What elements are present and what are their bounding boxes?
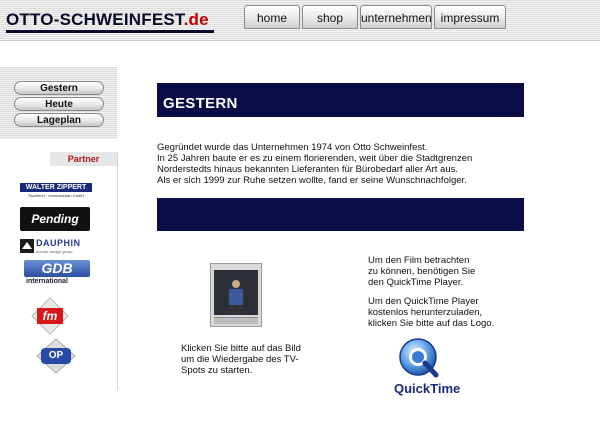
partner-tagline: Tischlerei · Innenausbau GmbH — [27, 193, 85, 198]
partner-logo-op[interactable]: OP — [36, 338, 76, 374]
info-line: Um den QuickTime Player — [368, 296, 479, 307]
dauphin-mark-icon — [20, 239, 34, 253]
partner-tagline: human design group — [36, 249, 73, 254]
logo-underline — [6, 30, 214, 33]
section-title-bar: GESTERN — [157, 83, 524, 117]
site-header: OTTO-SCHWEINFEST.de home shop unternehme… — [0, 0, 600, 41]
video-screen — [214, 270, 258, 315]
sidebar-button-lageplan[interactable]: Lageplan — [14, 113, 104, 127]
info-line: Um den Film betrachten — [368, 255, 470, 266]
partner-name: DAUPHIN — [36, 238, 81, 248]
intro-line: In 25 Jahren baute er es zu einem florie… — [157, 153, 473, 164]
media-section-bar — [157, 198, 524, 231]
partner-logo-pending[interactable]: Pending — [20, 207, 90, 231]
intro-line: Gegründet wurde das Unternehmen 1974 von… — [157, 142, 428, 153]
info-line: klicken Sie bitte auf das Logo. — [368, 318, 495, 329]
nav-home[interactable]: home — [244, 5, 300, 29]
sidebar-nav: Gestern Heute Lageplan — [0, 67, 117, 139]
partner-name: OP — [41, 348, 71, 364]
quicktime-q-icon — [399, 338, 439, 378]
video-controls[interactable] — [214, 317, 258, 324]
quicktime-download-block: Um den QuickTime Player kostenlos herunt… — [368, 296, 494, 329]
nav-unternehmen[interactable]: unternehmen — [360, 5, 432, 29]
partner-logo-gdb[interactable]: GDB international — [24, 260, 92, 286]
partner-logo-dauphin[interactable]: DAUPHIN human design group — [20, 237, 92, 255]
info-line: zu können, benötigen Sie — [368, 266, 476, 277]
quicktime-info: Um den Film betrachten zu können, benöti… — [368, 255, 494, 337]
sidebar-button-gestern[interactable]: Gestern — [14, 81, 104, 95]
site-logo-main: OTTO-SCHWEINFEST — [6, 10, 184, 29]
partner-tagline: international — [26, 278, 69, 285]
intro-text: Gegründet wurde das Unternehmen 1974 von… — [157, 142, 472, 186]
site-logo-tld: .de — [183, 10, 209, 29]
info-line: kostenlos herunterzuladen, — [368, 307, 483, 318]
caption-line: Klicken Sie bitte auf das Bild — [181, 343, 301, 354]
nav-impressum[interactable]: impressum — [434, 5, 506, 29]
video-caption: Klicken Sie bitte auf das Bild um die Wi… — [181, 343, 301, 376]
partner-logo-fm[interactable]: fm — [31, 297, 69, 335]
video-thumbnail[interactable] — [210, 263, 262, 327]
partner-name: GDB — [41, 260, 73, 276]
partner-column: Partner WALTER ZIPPERT Tischlerei · Inne… — [0, 152, 118, 390]
caption-line: Spots zu starten. — [181, 365, 253, 376]
sidebar-button-heute[interactable]: Heute — [14, 97, 104, 111]
nav-shop[interactable]: shop — [302, 5, 358, 29]
partner-name: WALTER ZIPPERT — [20, 183, 92, 192]
main-nav: home shop unternehmen impressum — [240, 5, 510, 29]
partner-logo-walter-zippert[interactable]: WALTER ZIPPERT Tischlerei · Innenausbau … — [20, 183, 92, 200]
quicktime-logo-text[interactable]: QuickTime — [394, 381, 460, 396]
site-logo[interactable]: OTTO-SCHWEINFEST.de — [6, 10, 209, 30]
info-line: den QuickTime Player. — [368, 277, 464, 288]
caption-line: um die Wiedergabe des TV- — [181, 354, 299, 365]
partner-name: fm — [37, 308, 63, 324]
section-title: GESTERN — [163, 95, 238, 112]
quicktime-logo[interactable] — [398, 337, 442, 384]
video-person-figure — [214, 270, 258, 315]
partner-name: Pending — [31, 212, 79, 226]
intro-line: Norderstedts hinaus bekannten Lieferante… — [157, 164, 459, 175]
quicktime-info-block: Um den Film betrachten zu können, benöti… — [368, 255, 494, 288]
partner-heading: Partner — [50, 152, 117, 166]
intro-line: Als er sich 1999 zur Ruhe setzen wollte,… — [157, 175, 467, 186]
